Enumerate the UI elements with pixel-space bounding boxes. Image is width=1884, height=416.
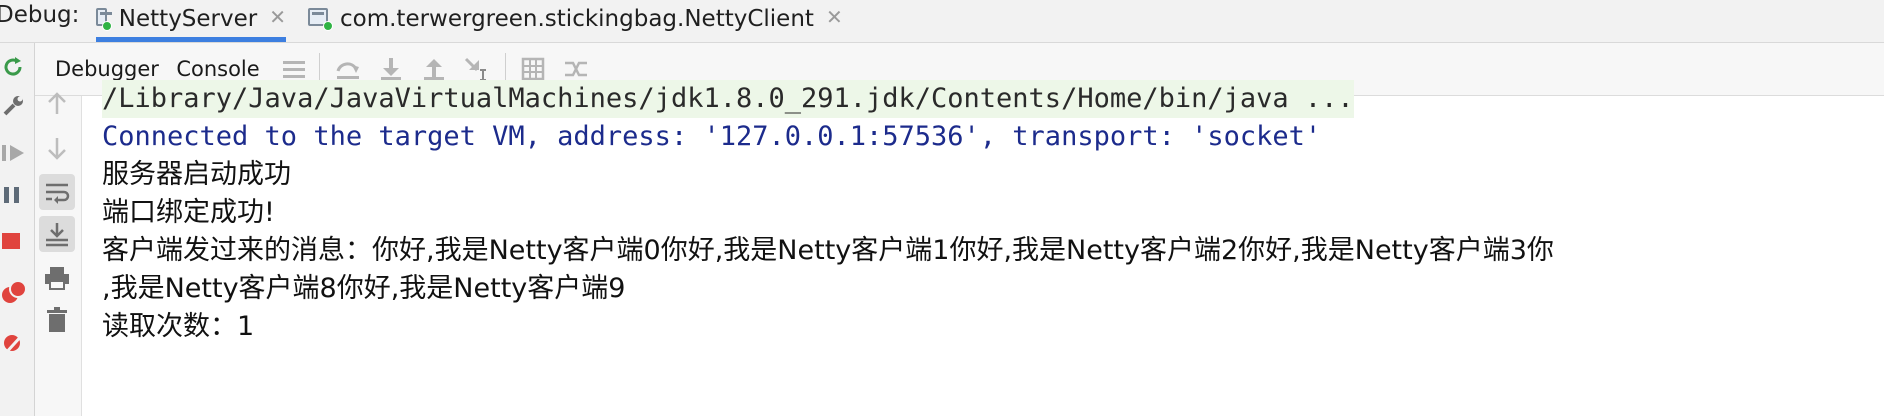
console-output-line: 端口绑定成功! <box>102 197 275 228</box>
debug-actions-toolbar <box>0 43 35 416</box>
console-output-line: 读取次数：1 <box>102 311 255 342</box>
tab-netty-server[interactable]: NettyServer ✕ <box>96 0 286 42</box>
run-config-icon <box>96 7 112 31</box>
run-config-icon <box>308 8 333 31</box>
console-output-line: 客户端发过来的消息：你好,我是Netty客户端0你好,我是Netty客户端1你好… <box>102 235 1554 266</box>
close-icon[interactable]: ✕ <box>826 5 843 29</box>
trace-icon[interactable] <box>562 55 590 83</box>
console-info-line: Connected to the target VM, address: '12… <box>102 121 1322 152</box>
console-gutter-toolbar <box>35 92 82 416</box>
rerun-icon[interactable] <box>0 51 28 83</box>
pause-icon[interactable] <box>0 179 28 211</box>
print-icon[interactable] <box>39 260 75 296</box>
run-to-cursor-icon[interactable] <box>463 55 491 83</box>
scroll-up-icon[interactable] <box>39 86 75 122</box>
menu-icon[interactable] <box>280 55 308 83</box>
debug-label: Debug: <box>0 2 80 28</box>
step-out-icon[interactable] <box>420 55 448 83</box>
console-output-line: ,我是Netty客户端8你好,我是Netty客户端9 <box>102 273 626 304</box>
settings-wrench-icon[interactable] <box>0 89 28 121</box>
console-output-line: 服务器启动成功 <box>102 159 291 190</box>
soft-wrap-icon[interactable] <box>39 174 75 210</box>
console-command-line: /Library/Java/JavaVirtualMachines/jdk1.8… <box>102 80 1354 118</box>
console-output[interactable]: /Library/Java/JavaVirtualMachines/jdk1.8… <box>102 80 1884 416</box>
close-icon[interactable]: ✕ <box>269 5 286 29</box>
scroll-down-icon[interactable] <box>39 130 75 166</box>
tab-label: NettyServer <box>118 5 258 32</box>
tab-label: com.terwergreen.stickingbag.NettyClient <box>340 6 814 32</box>
scroll-to-end-icon[interactable] <box>39 216 75 252</box>
tab-netty-client[interactable]: com.terwergreen.stickingbag.NettyClient … <box>308 0 843 38</box>
step-into-icon[interactable] <box>377 55 405 83</box>
mute-breakpoints-icon[interactable] <box>0 325 28 357</box>
resume-icon[interactable] <box>0 137 28 169</box>
stop-icon[interactable] <box>0 225 28 257</box>
step-over-icon[interactable] <box>334 55 362 83</box>
debug-tool-window-bar: Debug: NettyServer ✕ com.terwergreen.sti… <box>0 0 1884 43</box>
clear-icon[interactable] <box>39 302 75 338</box>
breakpoints-icon[interactable] <box>0 277 28 309</box>
evaluate-icon[interactable] <box>519 55 547 83</box>
